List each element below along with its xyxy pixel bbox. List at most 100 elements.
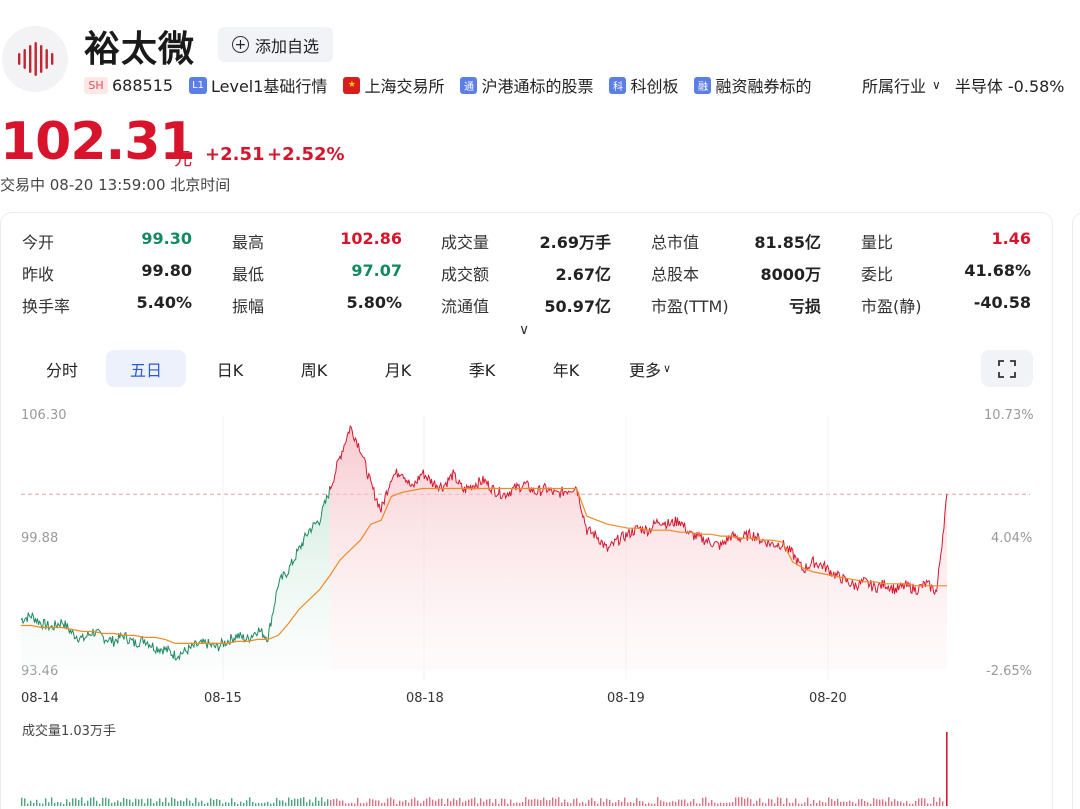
tag-hk-connect[interactable]: 通 沪港通标的股票 — [460, 73, 593, 97]
volume-bar — [525, 797, 527, 806]
volume-bar — [627, 802, 629, 806]
volume-bar — [384, 802, 386, 806]
chevron-down-icon: ∨ — [932, 78, 941, 92]
volume-bar — [717, 803, 719, 806]
volume-bar — [795, 798, 797, 806]
volume-bar — [786, 798, 788, 806]
volume-bar — [174, 798, 176, 806]
stat-item: 振幅 5.80% — [232, 293, 402, 316]
tab-daily-k[interactable]: 日K — [190, 350, 270, 387]
volume-bar — [69, 802, 71, 806]
volume-bar — [129, 799, 131, 806]
volume-bar — [924, 798, 926, 806]
tab-more-label: 更多 — [628, 360, 661, 380]
volume-bar — [933, 797, 935, 806]
volume-bar — [291, 799, 293, 806]
volume-bar — [921, 797, 923, 806]
volume-bar — [843, 801, 845, 806]
stock-tags: SH 688515 L1 Level1基础行情 ★ 上海交易所 通 沪港通标的股… — [84, 73, 828, 97]
tag-exchange[interactable]: ★ 上海交易所 — [343, 73, 444, 97]
volume-bar — [393, 799, 395, 806]
tag-star-market-label: 科创板 — [630, 77, 679, 96]
price-unit: 元 — [174, 149, 192, 170]
volume-bar — [144, 803, 146, 806]
volume-bar — [750, 799, 752, 806]
volume-bar — [744, 798, 746, 806]
volume-bar — [825, 802, 827, 806]
volume-bar — [705, 797, 707, 806]
volume-bar — [555, 798, 557, 806]
volume-bar — [672, 801, 674, 806]
volume-bar — [213, 799, 215, 806]
tab-more[interactable]: 更多 ∨ — [610, 350, 690, 387]
volume-bar — [576, 798, 578, 806]
volume-bar — [372, 799, 374, 806]
tag-star-market[interactable]: 科 科创板 — [609, 73, 678, 97]
tab-monthly-k[interactable]: 月K — [358, 350, 438, 387]
volume-bar — [90, 797, 92, 806]
margin-badge-icon: 融 — [694, 76, 712, 94]
tag-hk-connect-label: 沪港通标的股票 — [481, 77, 594, 96]
volume-bar — [225, 802, 227, 806]
stock-code: 688515 — [112, 75, 174, 95]
expand-stats-chevron-icon[interactable]: ∨ — [519, 322, 529, 338]
volume-bar — [720, 802, 722, 806]
stat-value: 50.97亿 — [544, 297, 611, 316]
volume-bar — [774, 803, 776, 806]
volume-bar — [261, 803, 263, 806]
volume-bar — [570, 803, 572, 806]
tab-quarterly-k[interactable]: 季K — [442, 350, 522, 387]
tag-stock-code: SH 688515 — [84, 76, 173, 95]
volume-bar — [732, 802, 734, 806]
volume-bar — [855, 803, 857, 806]
add-watchlist-button[interactable]: + 添加自选 — [218, 27, 334, 62]
stat-label: 今开 — [22, 233, 55, 252]
tag-exchange-label: 上海交易所 — [364, 77, 445, 96]
price-change: +2.51 — [205, 144, 265, 165]
tab-yearly-k[interactable]: 年K — [526, 350, 606, 387]
volume-bar — [402, 801, 404, 806]
tab-weekly-k[interactable]: 周K — [274, 350, 354, 387]
stats-row: 今开 99.30 最高 102.86 成交量 2.69万手 总市值 81.85亿 量比 1.46 — [22, 229, 1034, 252]
stat-label: 成交量 — [441, 233, 490, 252]
tab-five-day[interactable]: 五日 — [106, 350, 186, 387]
volume-bar — [567, 802, 569, 806]
volume-bar — [219, 799, 221, 806]
volume-bar — [171, 797, 173, 806]
stats-row: 昨收 99.80 最低 97.07 成交额 2.67亿 总股本 8000万 委比 41.68% — [22, 261, 1034, 284]
volume-bar — [711, 800, 713, 806]
industry-label: 所属行业 — [862, 77, 927, 96]
volume-bar — [654, 803, 656, 806]
volume-bar — [48, 802, 50, 806]
volume-bar — [120, 802, 122, 806]
tab-yearly-k-label: 年K — [552, 360, 580, 380]
volume-bar — [198, 802, 200, 806]
stat-item: 成交量 2.69万手 — [441, 229, 611, 252]
volume-bar — [477, 803, 479, 806]
stat-value: 99.30 — [141, 229, 192, 248]
volume-bar — [117, 800, 119, 806]
volume-bar — [267, 801, 269, 806]
volume-bar — [315, 797, 317, 806]
volume-bar — [687, 803, 689, 806]
tab-intraday[interactable]: 分时 — [22, 350, 102, 387]
fullscreen-icon — [998, 359, 1016, 378]
stat-item: 今开 99.30 — [22, 229, 192, 252]
volume-bar — [930, 803, 932, 806]
tag-margin[interactable]: 融 融资融券标的 — [694, 73, 812, 97]
volume-bar — [285, 802, 287, 806]
industry-dropdown[interactable]: 所属行业 ∨ 半导体 -0.58% — [862, 73, 1065, 97]
volume-bar — [861, 799, 863, 806]
volume-bar — [333, 799, 335, 806]
stat-label: 总股本 — [651, 265, 700, 284]
volume-bar — [816, 802, 818, 806]
tag-level1[interactable]: L1 Level1基础行情 — [189, 73, 327, 97]
volume-bar — [528, 799, 530, 806]
price-chart[interactable] — [0, 400, 1053, 809]
chevron-down-icon: ∨ — [662, 362, 672, 375]
volume-bar — [147, 798, 149, 806]
volume-bar — [363, 803, 365, 806]
stat-value: 102.86 — [340, 229, 402, 248]
volume-bar — [381, 803, 383, 806]
fullscreen-button[interactable] — [981, 350, 1033, 387]
